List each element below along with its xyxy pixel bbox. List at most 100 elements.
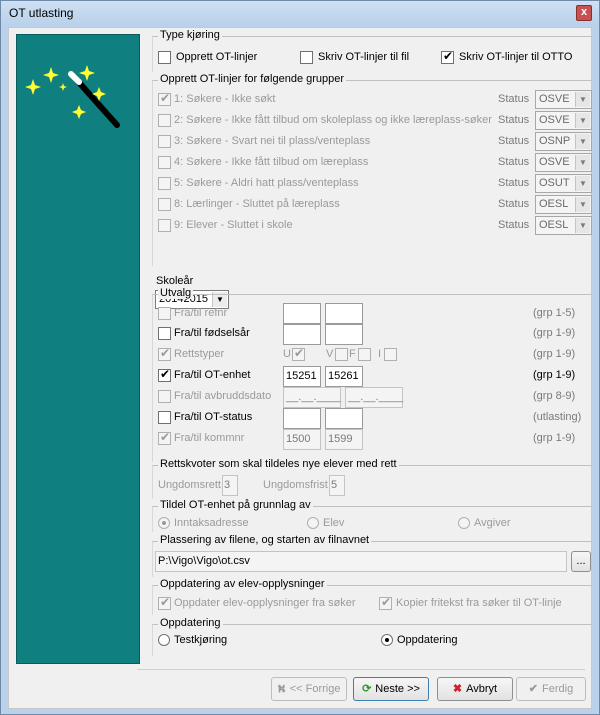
forrige-label: << Forrige (289, 683, 341, 695)
rettstype-f-label: F (349, 348, 356, 360)
group-checkbox[interactable] (158, 219, 171, 232)
ungdomsrett-label: Ungdomsrett (158, 479, 221, 491)
status-value: OESL (539, 198, 569, 210)
status-label: Status (498, 219, 530, 231)
otenhet-label: Fra/til OT-enhet (174, 369, 251, 381)
innteksadresse-radio[interactable] (158, 517, 170, 529)
otstatus-label: Fra/til OT-status (174, 411, 253, 423)
avgiver-radio[interactable] (458, 517, 470, 529)
status-label: Status (498, 114, 530, 126)
browse-button[interactable]: ... (571, 551, 591, 572)
refnr-checkbox[interactable] (158, 307, 171, 320)
status-select[interactable]: OESL ▼ (535, 216, 592, 235)
rettstyper-checkbox[interactable]: ✔ (158, 346, 171, 361)
oppdater-fra-soker-label: Oppdater elev-opplysninger fra søker (174, 597, 356, 609)
refresh-icon: ⟳ (362, 683, 372, 695)
status-select[interactable]: OSVE ▼ (535, 153, 592, 172)
status-select[interactable]: OESL ▼ (535, 195, 592, 214)
fodselsar-to-input[interactable] (325, 324, 363, 345)
rettstype-u-label: U (283, 348, 291, 360)
status-select[interactable]: OSVE ▼ (535, 90, 592, 109)
chevron-down-icon: ▼ (575, 134, 590, 149)
group-checkbox[interactable]: ✔ (158, 91, 171, 106)
skriv-fil-checkbox[interactable] (300, 51, 313, 64)
otstatus-from-input[interactable] (283, 408, 321, 429)
kommnr-to-input[interactable]: 1599 (325, 429, 363, 450)
chevron-down-icon: ▼ (575, 197, 590, 212)
fodselsar-from-input[interactable] (283, 324, 321, 345)
magic-wand-icon (25, 65, 120, 128)
group-label: 8: Lærlinger - Sluttet på læreplass (174, 198, 340, 210)
oppdatering-radio[interactable] (381, 634, 393, 646)
avbrudd-checkbox[interactable] (158, 390, 171, 403)
fodselsar-label: Fra/til fødselsår (174, 327, 250, 339)
close-button[interactable]: x (576, 5, 592, 21)
skriv-otto-checkbox[interactable]: ✔ (441, 49, 454, 64)
kommnr-grp: (grp 1-9) (533, 432, 576, 444)
forrige-button[interactable]: ⛕ << Forrige (271, 677, 347, 701)
group-label: 9: Elever - Sluttet i skole (174, 219, 293, 231)
rettstype-i-checkbox[interactable] (384, 348, 397, 361)
group-label: 1: Søkere - Ikke søkt (174, 93, 276, 105)
rettskvoter-group: Rettskvoter som skal tildeles nye elever… (152, 458, 592, 499)
rettstype-v-label: V (326, 348, 334, 360)
avbrudd-to-input[interactable]: __.__.____ (345, 387, 403, 408)
rettstype-v-checkbox[interactable] (335, 348, 348, 361)
group-checkbox[interactable] (158, 135, 171, 148)
avgiver-label: Avgiver (474, 517, 511, 529)
neste-button[interactable]: ⟳ Neste >> (353, 677, 429, 701)
refnr-from-input[interactable] (283, 303, 321, 324)
kommnr-from-input[interactable]: 1500 (283, 429, 321, 450)
skriv-fil-label: Skriv OT-linjer til fil (318, 51, 410, 63)
chevron-down-icon: ▼ (575, 155, 590, 170)
testkjoring-radio[interactable] (158, 634, 170, 646)
otenhet-from-input[interactable]: 15251 (283, 366, 321, 387)
avbryt-label: Avbryt (466, 683, 498, 695)
group-checkbox[interactable] (158, 114, 171, 127)
avbryt-button[interactable]: ✖ Avbryt (437, 677, 513, 701)
group-checkbox[interactable] (158, 156, 171, 169)
otenhet-checkbox[interactable]: ✔ (158, 367, 171, 382)
refnr-to-input[interactable] (325, 303, 363, 324)
oppdater-fra-soker-checkbox[interactable]: ✔ (158, 595, 171, 610)
otenhet-to-input[interactable]: 15261 (325, 366, 363, 387)
walk-back-icon: ⛕ (277, 683, 286, 695)
window-title: OT utlasting (9, 6, 74, 20)
avbrudd-from-input[interactable]: __.__.____ (283, 387, 341, 408)
kopier-fritekst-checkbox[interactable]: ✔ (379, 595, 392, 610)
otstatus-checkbox[interactable] (158, 411, 171, 424)
group-label: 3: Søkere - Svart nei til plass/ventepla… (174, 135, 371, 147)
chevron-down-icon: ▼ (575, 218, 590, 233)
group-checkbox[interactable] (158, 198, 171, 211)
fodselsar-checkbox[interactable] (158, 327, 171, 340)
otstatus-to-input[interactable] (325, 408, 363, 429)
ferdig-button[interactable]: ✔ Ferdig (516, 677, 586, 701)
group-label: 4: Søkere - Ikke fått tilbud om læreplas… (174, 156, 369, 168)
x-icon: ✖ (452, 683, 463, 695)
skriv-otto-label: Skriv OT-linjer til OTTO (459, 51, 573, 63)
grupper-group: Opprett OT-linjer for følgende grupper ✔… (152, 73, 592, 266)
status-value: OSVE (539, 93, 570, 105)
group-label: 2: Søkere - Ikke fått tilbud om skolepla… (174, 114, 492, 126)
rettstype-f-checkbox[interactable] (358, 348, 371, 361)
plassering-path-input[interactable]: P:\Vigo\Vigo\ot.csv (155, 551, 567, 572)
tildel-group: Tildel OT-enhet på grunnlag av Inntaksad… (152, 499, 592, 532)
group-checkbox[interactable] (158, 177, 171, 190)
testkjoring-label: Testkjøring (174, 634, 228, 646)
status-select[interactable]: OSNP ▼ (535, 132, 592, 151)
rettstype-u-checkbox[interactable]: ✔ (292, 346, 305, 361)
kommnr-checkbox[interactable]: ✔ (158, 430, 171, 445)
otstatus-grp: (utlasting) (533, 411, 582, 423)
chevron-down-icon: ▼ (575, 92, 590, 107)
ungdomsfrist-input[interactable]: 5 (329, 475, 345, 496)
elev-radio[interactable] (307, 517, 319, 529)
chevron-down-icon: ▼ (575, 176, 590, 191)
status-select[interactable]: OSUT ▼ (535, 174, 592, 193)
status-select[interactable]: OSVE ▼ (535, 111, 592, 130)
status-label: Status (498, 135, 530, 147)
opprett-ot-label: Opprett OT-linjer (176, 51, 258, 63)
ungdomsrett-input[interactable]: 3 (222, 475, 238, 496)
opprett-ot-checkbox[interactable] (158, 51, 171, 64)
plassering-group: Plassering av filene, og starten av filn… (152, 534, 592, 577)
status-value: OSVE (539, 114, 570, 126)
